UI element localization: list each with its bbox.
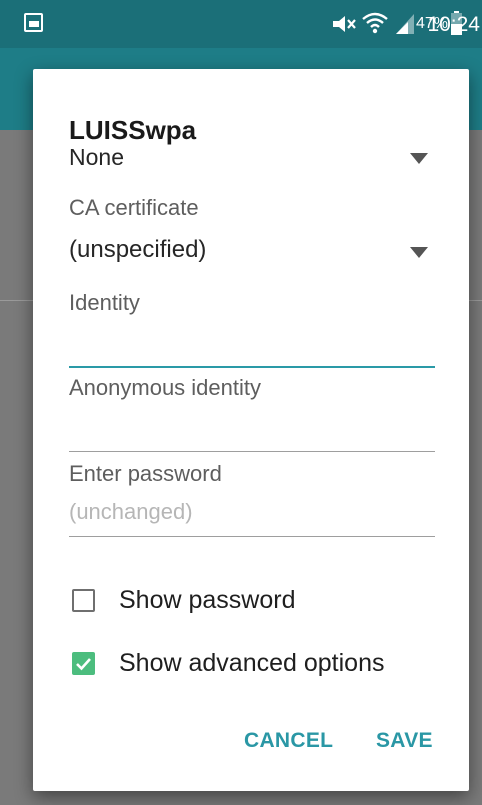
- identity-label: Identity: [69, 290, 140, 315]
- mute-icon: [333, 16, 356, 32]
- phase2-value: None: [69, 144, 124, 170]
- anonymous-identity-input[interactable]: [69, 411, 435, 451]
- cancel-button[interactable]: CANCEL: [244, 729, 333, 753]
- anonymous-identity-label: Anonymous identity: [69, 375, 261, 400]
- phase2-dropdown[interactable]: None: [69, 141, 433, 175]
- show-advanced-options-row[interactable]: Show advanced options: [69, 646, 439, 682]
- anonymous-identity-underline: [69, 451, 435, 452]
- password-input[interactable]: (unchanged): [69, 493, 435, 535]
- status-bar: 47% 10:24 10:24: [0, 0, 482, 48]
- password-placeholder: (unchanged): [69, 499, 193, 524]
- identity-underline: [69, 366, 435, 368]
- show-password-label: Show password: [119, 586, 296, 614]
- show-password-checkbox[interactable]: [72, 589, 95, 612]
- password-label: Enter password: [69, 461, 222, 486]
- wifi-icon: [362, 12, 388, 34]
- signal-icon: [396, 14, 414, 34]
- checkmark-icon: [76, 658, 91, 671]
- show-password-checkbox-row[interactable]: Show password: [69, 583, 369, 619]
- chevron-down-icon: [410, 247, 428, 258]
- wifi-network-dialog: LUISSwpa None CA certificate (unspecifie…: [33, 69, 469, 791]
- show-advanced-options-label: Show advanced options: [119, 649, 385, 677]
- show-advanced-options-checkbox[interactable]: [72, 652, 95, 675]
- ca-certificate-label: CA certificate: [69, 195, 199, 220]
- chevron-down-icon: [410, 153, 428, 164]
- password-underline: [69, 536, 435, 537]
- gallery-notification-icon: [24, 13, 43, 32]
- status-time: 10:24: [427, 13, 480, 36]
- save-button[interactable]: SAVE: [376, 729, 433, 753]
- identity-input[interactable]: [69, 327, 435, 367]
- ca-certificate-dropdown[interactable]: (unspecified): [69, 229, 433, 269]
- ca-certificate-value: (unspecified): [69, 236, 207, 263]
